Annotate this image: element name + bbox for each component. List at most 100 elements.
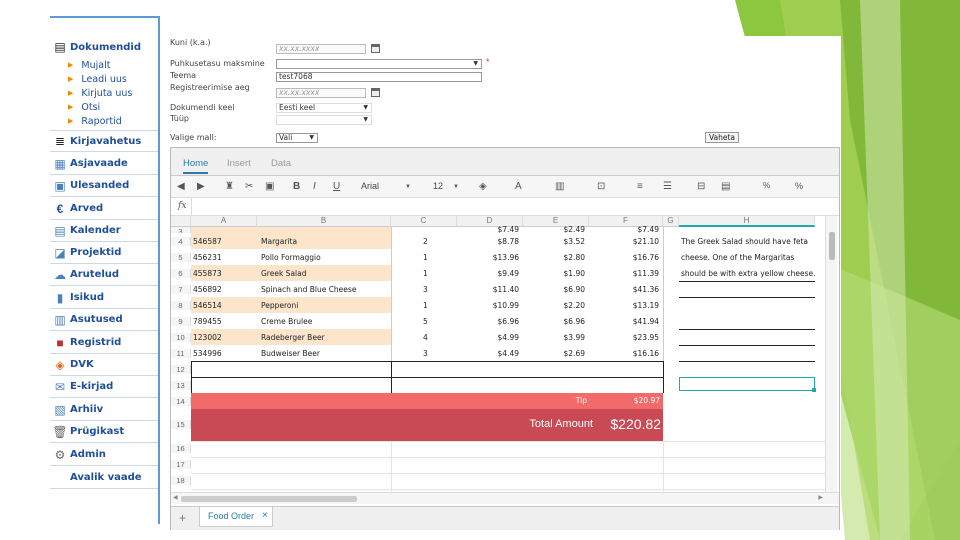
bold-icon[interactable]: B [293, 181, 300, 192]
sidebar-item-registrid[interactable]: ■ Registrid [50, 332, 158, 354]
cell-b7[interactable]: Spinach and Blue Cheese [261, 285, 356, 294]
row-number[interactable]: 7 [171, 285, 191, 294]
font-size-select[interactable]: 12 [433, 181, 443, 191]
font-color-icon[interactable]: A [515, 181, 522, 192]
chevron-down-icon[interactable]: ▼ [453, 184, 459, 190]
cell-f3[interactable]: $7.49 [589, 225, 659, 233]
row-number[interactable]: 16 [171, 444, 191, 453]
row-number[interactable]: 6 [171, 269, 191, 278]
cell-d5[interactable]: $13.96 [457, 253, 519, 262]
sidebar-item-ulesanded[interactable]: ▣ Ülesanded [50, 175, 158, 197]
paste-icon[interactable]: ▣ [265, 181, 274, 192]
cell-e9[interactable]: $6.96 [523, 317, 585, 326]
cell-a6[interactable]: 455873 [193, 269, 222, 278]
undo-icon[interactable]: ◀ [177, 181, 185, 192]
scroll-left-icon[interactable]: ◀ [173, 494, 178, 501]
chevron-down-icon[interactable]: ▼ [405, 184, 411, 190]
tab-insert[interactable]: Insert [227, 158, 251, 169]
column-header-h[interactable]: H [679, 216, 815, 227]
cell-b9[interactable]: Creme Brulee [261, 317, 312, 326]
cell-f4[interactable]: $21.10 [589, 237, 659, 246]
cut-icon[interactable]: ✂ [245, 181, 253, 192]
sheet-tab-food-order[interactable]: Food Order × [199, 507, 273, 527]
keel-select[interactable]: Eesti keel ▼ [276, 103, 372, 113]
cell-f6[interactable]: $11.39 [589, 269, 659, 278]
sidebar-item-dokumendid[interactable]: ▤ Dokumendid [50, 36, 158, 58]
fill-handle[interactable] [812, 388, 816, 392]
row-number[interactable]: 5 [171, 253, 191, 262]
sidebar-item-isikud[interactable]: ▮ Isikud [50, 287, 158, 309]
cell-c7[interactable]: 3 [423, 285, 428, 294]
cell-d3[interactable]: $7.49 [457, 225, 519, 233]
align-icon[interactable]: ≡ [637, 181, 643, 192]
sidebar-item-prugikast[interactable]: 🗑 Prügikast [50, 421, 158, 443]
scroll-right-icon[interactable]: ▶ [818, 494, 823, 501]
row-number[interactable]: 12 [171, 365, 191, 374]
cell-d8[interactable]: $10.99 [457, 301, 519, 310]
subitem-mujalt[interactable]: ▶ Mujalt [68, 58, 110, 72]
row-number[interactable]: 11 [171, 349, 191, 358]
selected-cell-h13[interactable] [679, 377, 815, 391]
cell-f11[interactable]: $16.16 [589, 349, 659, 358]
cell-a8[interactable]: 546514 [193, 301, 222, 310]
cell-d11[interactable]: $4.49 [457, 349, 519, 358]
cell-e4[interactable]: $3.52 [523, 237, 585, 246]
subitem-kirjuta-uus[interactable]: ▶ Kirjuta uus [68, 86, 132, 100]
cell-c11[interactable]: 3 [423, 349, 428, 358]
cell-a5[interactable]: 456231 [193, 253, 222, 262]
sidebar-item-arhiiv[interactable]: ▧ Arhiiv [50, 399, 158, 421]
cell-b10[interactable]: Radeberger Beer [261, 333, 325, 342]
sidebar-item-arved[interactable]: € Arved [50, 198, 158, 220]
row-number[interactable]: 15 [171, 420, 191, 429]
cell-c4[interactable]: 2 [423, 237, 428, 246]
close-icon[interactable]: × [262, 510, 268, 521]
cell-b4[interactable]: Margarita [261, 237, 297, 246]
subitem-leadi-uus[interactable]: ▶ Leadi uus [68, 72, 127, 86]
cell-e10[interactable]: $3.99 [523, 333, 585, 342]
font-family-select[interactable]: Arial [361, 181, 379, 191]
number-format-icon[interactable]: % [763, 181, 770, 190]
cell-e6[interactable]: $1.90 [523, 269, 585, 278]
percent-icon[interactable]: % [795, 181, 803, 191]
column-header-g[interactable]: G [663, 216, 679, 227]
cell-a9[interactable]: 789455 [193, 317, 222, 326]
cell-c6[interactable]: 1 [423, 269, 428, 278]
italic-icon[interactable]: I [313, 181, 316, 192]
row-number[interactable]: 17 [171, 460, 191, 469]
teema-input[interactable]: test7068 [276, 72, 482, 82]
borders-icon[interactable]: ▥ [555, 181, 564, 192]
kuni-date-input[interactable]: xx.xx.xxxx [276, 44, 366, 54]
cell-a10[interactable]: 123002 [193, 333, 222, 342]
scroll-thumb[interactable] [181, 496, 357, 502]
underline-icon[interactable]: U [333, 181, 340, 192]
cell-f8[interactable]: $13.19 [589, 301, 659, 310]
subitem-otsi[interactable]: ▶ Otsi [68, 100, 100, 114]
cell-e3[interactable]: $2.49 [523, 225, 585, 233]
cell-e8[interactable]: $2.20 [523, 301, 585, 310]
sidebar-item-dvk[interactable]: ◈ DVK [50, 354, 158, 376]
cell-f10[interactable]: $23.95 [589, 333, 659, 342]
cell-d9[interactable]: $6.96 [457, 317, 519, 326]
tab-home[interactable]: Home [183, 158, 209, 174]
format-cells-icon[interactable]: ▤ [721, 181, 730, 192]
cell-b6[interactable]: Greek Salad [261, 269, 306, 278]
note-cell-h6[interactable]: should be with extra yellow cheese. [681, 269, 816, 278]
cell-b11[interactable]: Budweiser Beer [261, 349, 320, 358]
sidebar-item-e-kirjad[interactable]: ✉ E-kirjad [50, 376, 158, 398]
row-number[interactable]: 9 [171, 317, 191, 326]
cell-c10[interactable]: 4 [423, 333, 428, 342]
add-sheet-button[interactable]: + [179, 511, 186, 525]
cell-grid[interactable]: A B C D E F G H 3 4 5 6 7 8 9 10 11 12 1… [171, 216, 839, 496]
calendar-picker-icon[interactable] [371, 44, 380, 53]
note-cell-h5[interactable]: cheese. One of the Margaritas [681, 253, 794, 262]
cell-b8[interactable]: Pepperoni [261, 301, 298, 310]
row-number[interactable]: 10 [171, 333, 191, 342]
registreerimise-date-input[interactable]: xx.xx.xxxx [276, 88, 366, 98]
row-number[interactable]: 3 [171, 227, 191, 233]
formula-bar[interactable]: fx [171, 198, 839, 216]
note-cell-h4[interactable]: The Greek Salad should have feta [681, 237, 808, 246]
scroll-thumb[interactable] [829, 232, 835, 260]
cell-a4[interactable]: 546587 [193, 237, 222, 246]
row-number[interactable]: 13 [171, 381, 191, 390]
sidebar-item-kirjavahetus[interactable]: ≣ Kirjavahetus [50, 130, 158, 152]
